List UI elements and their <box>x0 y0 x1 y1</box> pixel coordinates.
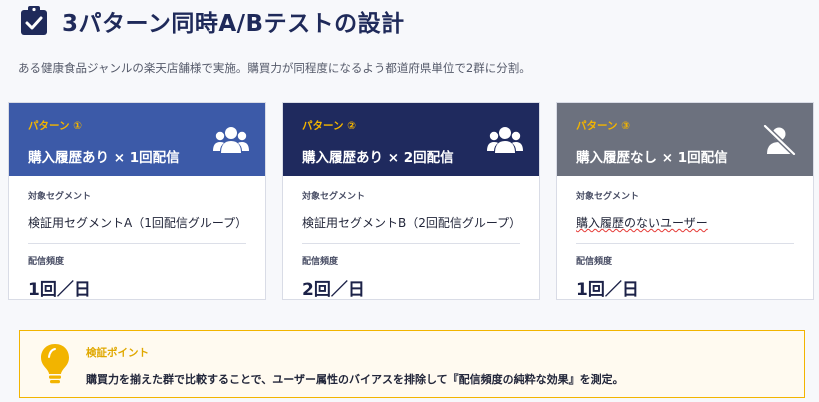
divider <box>302 243 520 244</box>
pattern-card-2: パターン ② 購入履歴あり × 2回配信 対象セグメント 検証用セグメントB（2… <box>282 102 540 300</box>
pattern-title: 購入履歴なし × 1回配信 <box>576 150 728 166</box>
segment-label: 対象セグメント <box>28 192 92 202</box>
user-slash-icon <box>763 125 796 155</box>
lightbulb-icon <box>41 344 69 384</box>
pattern-card-3: パターン ③ 購入履歴なし × 1回配信 対象セグメント 購入履歴のないユーザー… <box>556 102 814 300</box>
segment-value: 検証用セグメントA（1回配信グループ） <box>28 216 248 230</box>
pattern-number: パターン ③ <box>576 120 631 132</box>
frequency-label: 配信頻度 <box>28 257 65 267</box>
users-icon <box>213 127 249 153</box>
pattern-card-header: パターン ③ 購入履歴なし × 1回配信 <box>557 103 813 176</box>
verification-point-text: 購買力を揃えた群で比較することで、ユーザー属性のバイアスを排除して『配信頻度の純… <box>86 373 624 386</box>
clipboard-check-icon <box>21 6 47 35</box>
verification-point-title: 検証ポイント <box>86 347 149 359</box>
frequency-label: 配信頻度 <box>302 257 339 267</box>
page-header: 3パターン同時A/Bテストの設計 <box>20 4 405 38</box>
pattern-number: パターン ① <box>28 120 83 132</box>
pattern-title: 購入履歴あり × 2回配信 <box>302 150 454 166</box>
pattern-card-header: パターン ① 購入履歴あり × 1回配信 <box>9 103 265 176</box>
users-icon <box>487 127 523 153</box>
divider <box>28 243 246 244</box>
segment-value: 検証用セグメントB（2回配信グループ） <box>302 216 522 230</box>
segment-label: 対象セグメント <box>576 192 640 202</box>
pattern-card-header: パターン ② 購入履歴あり × 2回配信 <box>283 103 539 176</box>
pattern-number: パターン ② <box>302 120 357 132</box>
pattern-title: 購入履歴あり × 1回配信 <box>28 150 180 166</box>
page-subtitle: ある健康食品ジャンルの楽天店舗様で実施。購買力が同程度になるよう都道府県単位で2… <box>18 61 531 75</box>
frequency-value: 2回／日 <box>302 280 365 300</box>
segment-label: 対象セグメント <box>302 192 366 202</box>
page-title: 3パターン同時A/Bテストの設計 <box>62 11 405 37</box>
divider <box>576 243 794 244</box>
frequency-label: 配信頻度 <box>576 257 613 267</box>
pattern-card-1: パターン ① 購入履歴あり × 1回配信 対象セグメント 検証用セグメントA（1… <box>8 102 266 300</box>
segment-value: 購入履歴のないユーザー <box>576 216 708 230</box>
verification-point-box: 検証ポイント 購買力を揃えた群で比較することで、ユーザー属性のバイアスを排除して… <box>19 330 805 398</box>
frequency-value: 1回／日 <box>576 280 639 300</box>
frequency-value: 1回／日 <box>28 280 91 300</box>
